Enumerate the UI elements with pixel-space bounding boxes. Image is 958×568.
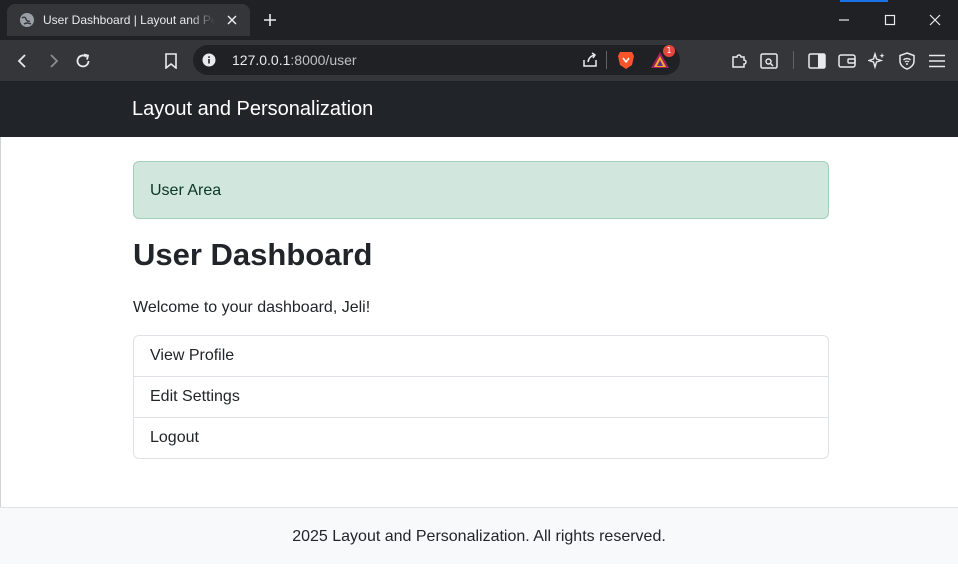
wallet-icon[interactable] [834, 48, 860, 74]
sidebar-icon[interactable] [804, 48, 830, 74]
minimize-icon[interactable] [821, 0, 867, 40]
puzzle-icon[interactable] [726, 48, 752, 74]
vpn-shield-icon[interactable] [894, 48, 920, 74]
sparkle-icon[interactable] [864, 48, 890, 74]
url-path: :8000/user [290, 52, 357, 68]
notification-badge: 1 [663, 45, 675, 57]
page-content: User Area User Dashboard Welcome to your… [0, 137, 958, 507]
address-bar[interactable]: 127.0.0.1:8000/user 1 [193, 45, 680, 75]
tab-title: User Dashboard | Layout and Personalizat… [43, 13, 215, 27]
browser-toolbar: 127.0.0.1:8000/user 1 [0, 40, 958, 81]
navbar-brand[interactable]: Layout and Personalization [132, 98, 373, 121]
page-title: User Dashboard [133, 237, 373, 272]
alert-text: User Area [150, 182, 222, 199]
maximize-icon[interactable] [867, 0, 913, 40]
share-icon[interactable] [580, 50, 600, 70]
user-area-alert: User Area [133, 161, 829, 219]
url-text: 127.0.0.1:8000/user [232, 52, 357, 68]
dashboard-links: View Profile Edit Settings Logout [133, 335, 829, 459]
window-close-icon[interactable] [912, 0, 958, 40]
url-host: 127.0.0.1 [232, 52, 291, 68]
browser-titlebar: User Dashboard | Layout and Personalizat… [0, 0, 958, 40]
footer-text: 2025 Layout and Personalization. All rig… [292, 528, 666, 545]
site-navbar: Layout and Personalization [0, 81, 958, 137]
reload-icon[interactable] [70, 48, 96, 74]
brave-rewards-icon[interactable]: 1 [650, 45, 675, 70]
arrow-left-icon[interactable] [10, 48, 36, 74]
screenshot-icon[interactable] [756, 48, 782, 74]
info-icon[interactable] [201, 52, 217, 68]
welcome-message: Welcome to your dashboard, Jeli! [133, 299, 371, 316]
plus-icon[interactable] [258, 9, 282, 31]
close-icon[interactable] [224, 12, 240, 28]
globe-icon [19, 12, 35, 28]
bookmark-icon[interactable] [158, 48, 184, 74]
toolbar-divider [793, 51, 794, 69]
browser-tab[interactable]: User Dashboard | Layout and Personalizat… [7, 4, 250, 36]
logout-link[interactable]: Logout [134, 417, 828, 458]
edit-settings-link[interactable]: Edit Settings [134, 376, 828, 417]
omnibox-divider [606, 51, 607, 69]
site-footer: 2025 Layout and Personalization. All rig… [0, 507, 958, 564]
brave-lion-icon[interactable] [616, 50, 636, 70]
view-profile-link[interactable]: View Profile [134, 336, 828, 376]
arrow-right-icon[interactable] [40, 48, 66, 74]
hamburger-menu-icon[interactable] [924, 48, 950, 74]
